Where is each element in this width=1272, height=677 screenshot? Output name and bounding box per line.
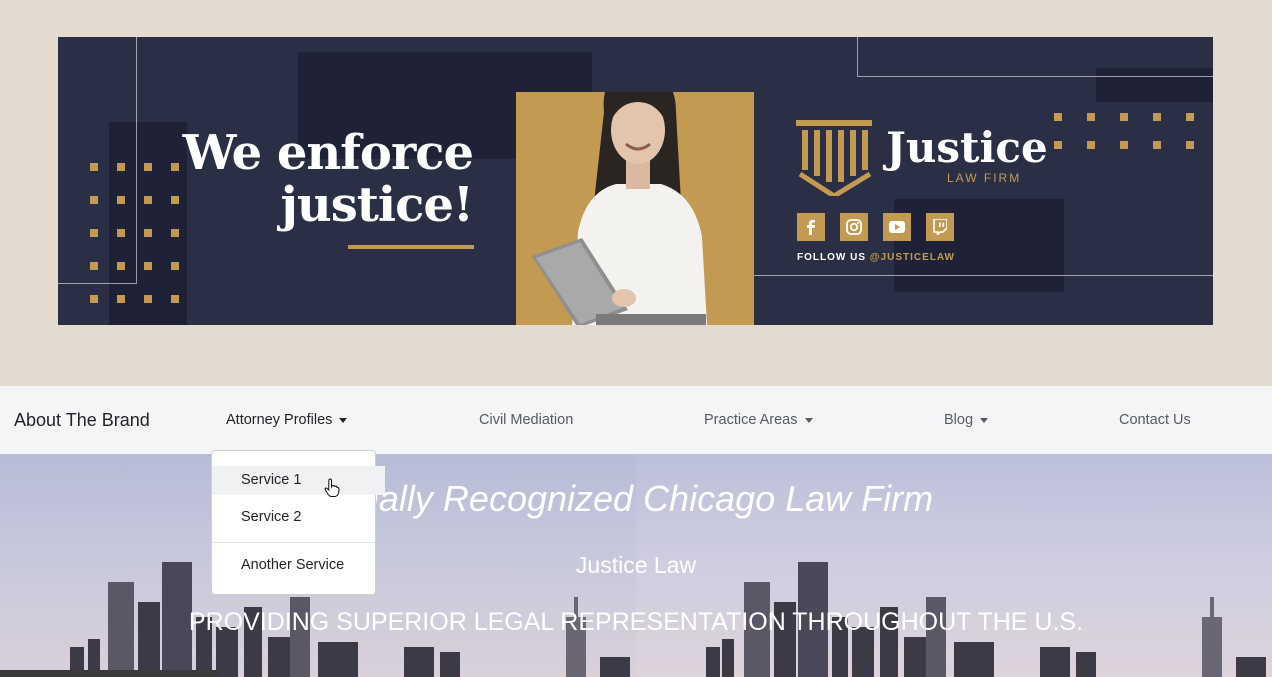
nav-item-label: Civil Mediation — [479, 412, 574, 428]
nav-item-label: Contact Us — [1119, 412, 1191, 428]
nav-civil-mediation[interactable]: Civil Mediation — [479, 412, 573, 428]
dot-grid-left — [90, 163, 179, 303]
hero-title: onally Recognized Chicago Law Firm — [338, 478, 934, 519]
nav-item-label: Practice Areas — [704, 412, 798, 428]
banner-tagline: We enforce justice! — [182, 125, 474, 233]
hand-cursor-icon — [324, 478, 340, 497]
twitch-icon[interactable] — [926, 213, 954, 241]
brand-subtitle: LAW FIRM — [947, 171, 1022, 185]
hero-tagline: PROVIDING SUPERIOR LEGAL REPRESENTATION … — [188, 608, 1084, 636]
navbar-brand[interactable]: About The Brand — [14, 410, 150, 431]
nav-item-label: Attorney Profiles — [226, 412, 333, 428]
banner-area: We enforce justice! Justice LAW FIRM FOL… — [0, 0, 1272, 386]
dropdown-item-service-2[interactable]: Service 2 — [212, 503, 375, 532]
follow-handle[interactable]: @JUSTICELAW — [870, 252, 955, 263]
dropdown-divider — [212, 542, 375, 543]
hero-subtitle: Justice Law — [575, 552, 697, 578]
tagline-line1: We enforce — [182, 125, 474, 181]
dropdown-item-another-service[interactable]: Another Service — [212, 551, 375, 580]
tagline-underline — [348, 245, 474, 249]
brand-name: Justice — [886, 123, 1048, 172]
hero-section: onally Recognized Chicago Law Firm Justi… — [0, 454, 1272, 677]
tagline-line2: justice! — [280, 177, 474, 233]
nav-blog[interactable]: Blog — [944, 412, 989, 428]
nav-item-label: Blog — [944, 412, 974, 428]
attorney-illustration — [532, 92, 708, 325]
instagram-icon[interactable] — [840, 213, 868, 241]
dropdown-item-service-1[interactable]: Service 1 — [212, 466, 385, 495]
attorney-profiles-dropdown: Service 1 Service 2 Another Service — [211, 450, 385, 595]
banner-image: We enforce justice! Justice LAW FIRM FOL… — [58, 37, 1213, 325]
facebook-icon[interactable] — [797, 213, 825, 241]
follow-us-text: FOLLOW US @JUSTICELAW — [797, 252, 955, 263]
nav-attorney-profiles[interactable]: Attorney Profiles — [226, 412, 348, 428]
follow-label: FOLLOW US — [797, 252, 866, 263]
caret-down-icon — [339, 417, 348, 423]
youtube-icon[interactable] — [883, 213, 911, 241]
nav-practice-areas[interactable]: Practice Areas — [704, 412, 813, 428]
main-navbar: About The Brand Attorney Profiles Civil … — [0, 386, 1272, 454]
caret-down-icon — [980, 417, 989, 423]
social-icons — [797, 213, 954, 241]
nav-contact-us[interactable]: Contact Us — [1119, 412, 1191, 428]
caret-down-icon — [804, 417, 813, 423]
dot-grid-right — [1054, 113, 1194, 149]
decor-line — [857, 37, 1213, 77]
browser-status-bar — [0, 670, 220, 677]
attorney-photo — [516, 92, 754, 325]
justice-logo-icon — [796, 120, 874, 201]
